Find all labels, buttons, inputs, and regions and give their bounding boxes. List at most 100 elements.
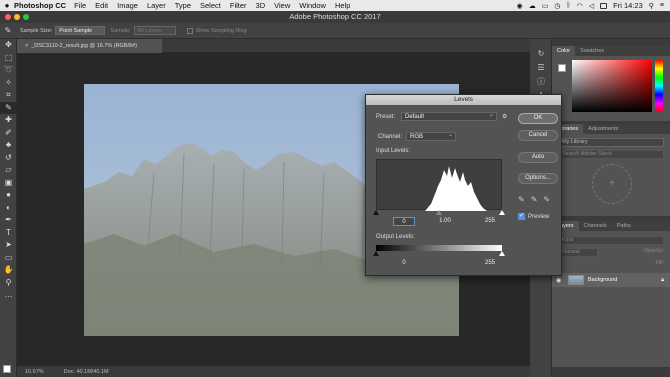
properties-panel-icon[interactable]: ☰: [530, 61, 552, 75]
sample-size-select[interactable]: Point Sample: [55, 26, 106, 35]
options-button[interactable]: Options...: [518, 173, 558, 184]
input-black-field[interactable]: 0: [393, 217, 415, 226]
preview-checkbox[interactable]: ✓: [518, 213, 525, 220]
eyedropper-tool-icon[interactable]: ✎: [0, 26, 16, 35]
visibility-eye-icon[interactable]: ◉: [556, 277, 561, 284]
blur-tool-icon[interactable]: ●: [0, 189, 17, 202]
dodge-tool-icon[interactable]: ◐: [0, 202, 17, 215]
hue-slider[interactable]: [655, 60, 663, 112]
menu-3d[interactable]: 3D: [256, 1, 266, 10]
search-icon[interactable]: ⚲: [649, 2, 654, 10]
crop-tool-icon[interactable]: ⌗: [0, 89, 17, 102]
marquee-tool-icon[interactable]: ⬚: [0, 52, 17, 65]
foreground-color-swatch[interactable]: [3, 365, 11, 373]
volume-icon[interactable]: ◁: [589, 2, 594, 10]
menu-select[interactable]: Select: [200, 1, 221, 10]
shape-tool-icon[interactable]: ▭: [0, 252, 17, 265]
auto-button[interactable]: Auto: [518, 152, 558, 163]
close-window-button[interactable]: [5, 14, 11, 20]
tab-swatches[interactable]: Swatches: [575, 48, 609, 54]
sync-icon[interactable]: ◷: [554, 2, 560, 10]
zoom-level[interactable]: 16.67%: [25, 369, 44, 375]
channel-select[interactable]: RGB: [406, 131, 457, 141]
type-tool-icon[interactable]: T: [0, 227, 17, 240]
stock-search-input[interactable]: Search Adobe Stock: [558, 150, 664, 159]
eraser-tool-icon[interactable]: ▱: [0, 164, 17, 177]
clock[interactable]: Fri 14:23: [613, 1, 643, 10]
sample-select[interactable]: All Layers: [133, 26, 176, 35]
output-white-slider[interactable]: [499, 251, 505, 256]
cancel-button[interactable]: Cancel: [518, 130, 558, 141]
tab-paths[interactable]: Paths: [612, 223, 636, 229]
more-tools-icon[interactable]: …: [0, 289, 17, 302]
library-select[interactable]: My Library: [558, 138, 664, 147]
menu-window[interactable]: Window: [299, 1, 326, 10]
menu-type[interactable]: Type: [175, 1, 191, 10]
document-tab[interactable]: × _DSC3110-2_result.jpg @ 16.7% (RGB/8#): [17, 39, 162, 53]
layer-filter-kind[interactable]: Kind: [558, 236, 664, 245]
gradient-tool-icon[interactable]: ▣: [0, 177, 17, 190]
preview-label: Preview: [528, 213, 550, 220]
info-panel-icon[interactable]: ⓘ: [530, 75, 552, 89]
input-white-field[interactable]: 255: [479, 217, 501, 226]
color-panel: Color Swatches: [552, 46, 670, 121]
tab-channels[interactable]: Channels: [579, 223, 612, 229]
input-gamma-field[interactable]: 1.00: [434, 217, 456, 226]
close-tab-icon[interactable]: ×: [25, 43, 28, 49]
eyedropper-tool-icon[interactable]: ✎: [0, 101, 17, 114]
path-select-tool-icon[interactable]: ➤: [0, 239, 17, 252]
app-menu[interactable]: Photoshop CC: [14, 1, 66, 10]
lasso-tool-icon[interactable]: ➰: [0, 64, 17, 77]
preset-options-gear-icon[interactable]: ⚙: [502, 113, 507, 120]
input-white-slider[interactable]: [499, 210, 505, 215]
opacity-label: Opacity:: [643, 248, 664, 254]
history-brush-tool-icon[interactable]: ↺: [0, 152, 17, 165]
input-black-slider[interactable]: [373, 210, 379, 215]
zoom-tool-icon[interactable]: ⚲: [0, 277, 17, 290]
sampling-ring-checkbox[interactable]: [186, 27, 193, 34]
output-black-slider[interactable]: [373, 251, 379, 256]
menu-filter[interactable]: Filter: [230, 1, 247, 10]
menu-help[interactable]: Help: [335, 1, 350, 10]
add-library-item-icon[interactable]: +: [592, 164, 632, 204]
color-picker-field[interactable]: [572, 60, 652, 112]
bluetooth-icon[interactable]: ᛒ: [566, 2, 570, 9]
status-icon[interactable]: ◉: [517, 2, 523, 10]
menu-view[interactable]: View: [274, 1, 290, 10]
output-black-field[interactable]: 0: [393, 259, 415, 268]
lock-icon: 🔒︎: [661, 276, 664, 283]
battery-icon[interactable]: [600, 2, 608, 9]
cloud-icon[interactable]: ☁: [529, 2, 536, 10]
brush-tool-icon[interactable]: ✐: [0, 127, 17, 140]
fg-color-chip[interactable]: [558, 64, 566, 72]
minimize-window-button[interactable]: [14, 14, 20, 20]
healing-brush-tool-icon[interactable]: ✚: [0, 114, 17, 127]
layer-row-background[interactable]: ◉ Background 🔒︎: [552, 273, 670, 287]
black-point-eyedropper-icon[interactable]: ✎: [518, 195, 525, 204]
menu-list-icon[interactable]: ≡: [660, 2, 664, 9]
input-gamma-slider[interactable]: [436, 210, 442, 215]
blend-mode-select[interactable]: Normal: [558, 248, 598, 257]
white-point-eyedropper-icon[interactable]: ✎: [543, 195, 550, 204]
hand-tool-icon[interactable]: ✋: [0, 264, 17, 277]
quick-select-tool-icon[interactable]: ✧: [0, 77, 17, 90]
menu-image[interactable]: Image: [117, 1, 138, 10]
gray-point-eyedropper-icon[interactable]: ✎: [531, 195, 538, 204]
menu-file[interactable]: File: [74, 1, 86, 10]
clone-stamp-tool-icon[interactable]: ♣: [0, 139, 17, 152]
history-panel-icon[interactable]: ↻: [530, 47, 552, 61]
pen-tool-icon[interactable]: ✒: [0, 214, 17, 227]
move-tool-icon[interactable]: ✥: [0, 39, 17, 52]
menu-edit[interactable]: Edit: [95, 1, 108, 10]
output-white-field[interactable]: 255: [479, 259, 501, 268]
zoom-window-button[interactable]: [23, 14, 29, 20]
display-icon[interactable]: ▭: [542, 2, 549, 10]
tab-adjustments[interactable]: Adjustments: [583, 126, 623, 132]
preset-select[interactable]: Default: [401, 111, 498, 121]
histogram-graph: [425, 166, 487, 211]
ok-button[interactable]: OK: [518, 113, 558, 124]
apple-icon[interactable]: ●: [0, 1, 14, 10]
menu-layer[interactable]: Layer: [147, 1, 166, 10]
wifi-icon[interactable]: ◠: [577, 2, 583, 10]
tab-color[interactable]: Color: [552, 46, 576, 56]
